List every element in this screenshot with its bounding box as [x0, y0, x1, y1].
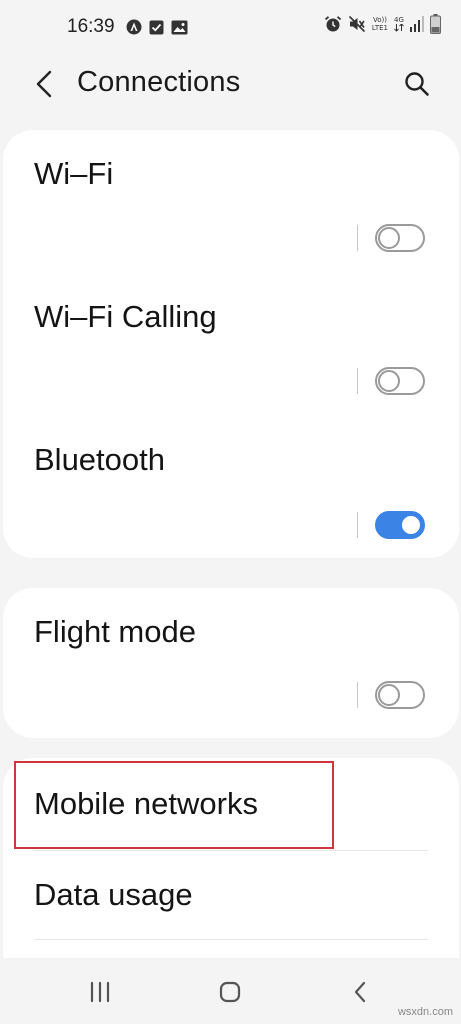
wifi-switch[interactable]: [375, 224, 425, 252]
home-icon: [219, 981, 241, 1003]
vertical-divider: [357, 225, 358, 251]
checkbox-icon: [149, 20, 164, 35]
switch-knob: [378, 227, 400, 249]
flight-mode-toggle-area: [357, 681, 425, 709]
volte-icon: Vo)) LTE1: [372, 16, 388, 32]
back-button[interactable]: [28, 68, 60, 100]
page-title: Connections: [77, 66, 241, 98]
flight-mode-label: Flight mode: [34, 614, 196, 649]
back-icon: [354, 981, 366, 1003]
vertical-divider: [357, 512, 358, 538]
app-a-icon: [126, 19, 142, 35]
navigation-bar: wsxdn.com: [0, 958, 461, 1024]
watermark: wsxdn.com: [397, 1006, 453, 1018]
network-type-label: 4G: [394, 16, 404, 24]
bluetooth-switch[interactable]: [375, 511, 425, 539]
nav-back-button[interactable]: [340, 974, 380, 1010]
setting-row-wifi-calling[interactable]: Wi–Fi Calling: [3, 272, 459, 415]
switch-knob: [378, 684, 400, 706]
data-usage-label: Data usage: [34, 877, 193, 912]
highlight-box: [14, 761, 334, 849]
status-bar: 16:39 Vo)) LTE1 4G: [0, 0, 461, 60]
chevron-left-icon: [36, 70, 52, 98]
volte-bottom-label: LTE1: [371, 24, 388, 32]
row-divider: [34, 939, 428, 940]
bluetooth-label: Bluetooth: [34, 442, 165, 477]
bluetooth-toggle-area: [357, 511, 425, 539]
flight-mode-switch[interactable]: [375, 681, 425, 709]
alarm-icon: [324, 15, 342, 33]
volte-top-label: Vo)): [372, 16, 387, 24]
vertical-divider: [357, 368, 358, 394]
image-icon: [171, 20, 188, 35]
4g-icon: 4G: [394, 16, 404, 32]
setting-row-data-usage[interactable]: Data usage: [3, 851, 459, 939]
status-right: Vo)) LTE1 4G: [324, 14, 441, 34]
connections-card-flight: Flight mode: [3, 588, 459, 738]
app-bar: Connections: [0, 60, 461, 110]
battery-icon: [430, 14, 441, 34]
search-button[interactable]: [399, 66, 435, 102]
mute-icon: [348, 15, 366, 33]
setting-row-wifi[interactable]: Wi–Fi: [3, 130, 459, 272]
search-icon: [405, 72, 429, 96]
signal-icon: [410, 16, 424, 32]
status-left: 16:39: [67, 16, 188, 38]
switch-knob: [400, 514, 422, 536]
setting-row-bluetooth[interactable]: Bluetooth: [3, 415, 459, 558]
status-time: 16:39: [67, 16, 115, 37]
connections-card-primary: Wi–Fi Wi–Fi Calling Bluetooth: [3, 130, 459, 558]
setting-row-flight-mode[interactable]: Flight mode: [3, 588, 459, 738]
wifi-calling-switch[interactable]: [375, 367, 425, 395]
wifi-toggle-area: [357, 224, 425, 252]
home-button[interactable]: [210, 974, 250, 1010]
wifi-label: Wi–Fi: [34, 156, 114, 191]
wifi-calling-label: Wi–Fi Calling: [34, 299, 217, 334]
vertical-divider: [357, 682, 358, 708]
recents-button[interactable]: [80, 974, 120, 1010]
wifi-calling-toggle-area: [357, 367, 425, 395]
switch-knob: [378, 370, 400, 392]
recents-icon: [90, 981, 110, 1003]
